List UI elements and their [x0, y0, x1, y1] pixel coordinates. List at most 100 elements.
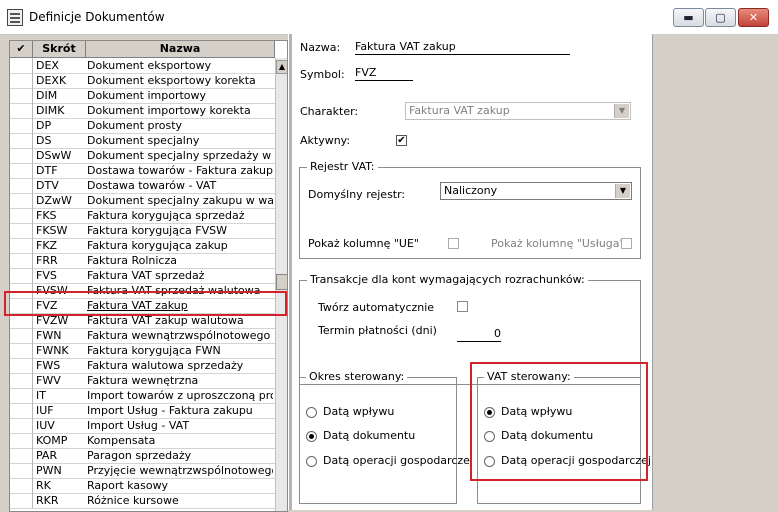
- row-checkbox[interactable]: [10, 58, 33, 73]
- list-item[interactable]: FWNK Faktura korygująca FWN: [10, 343, 275, 359]
- okres-radio-1[interactable]: [306, 431, 317, 442]
- tworz-automatycznie-label: Twórz automatycznie: [318, 301, 435, 314]
- list-item[interactable]: FKSW Faktura korygująca FVSW: [10, 223, 275, 239]
- list-item[interactable]: PAR Paragon sprzedaży: [10, 448, 275, 464]
- header-name[interactable]: Nazwa: [86, 41, 275, 57]
- list-item[interactable]: FKZ Faktura korygująca zakup: [10, 238, 275, 254]
- scroll-up-icon[interactable]: ▲: [276, 60, 287, 74]
- list-item[interactable]: DEX Dokument eksportowy: [10, 58, 275, 74]
- row-checkbox[interactable]: [10, 163, 33, 178]
- row-checkbox[interactable]: [10, 103, 33, 118]
- okres-radio-2[interactable]: [306, 456, 317, 467]
- row-checkbox[interactable]: [10, 148, 33, 163]
- usluga-checkbox[interactable]: [621, 238, 632, 249]
- transakcje-legend: Transakcje dla kont wymagających rozrach…: [307, 273, 588, 286]
- row-checkbox[interactable]: [10, 373, 33, 388]
- symbol-field[interactable]: FVZ: [355, 65, 413, 81]
- list-item[interactable]: IUF Import Usług - Faktura zakupu: [10, 403, 275, 419]
- row-checkbox[interactable]: [10, 433, 33, 448]
- scroll-thumb[interactable]: [276, 274, 287, 290]
- chevron-down-icon: ▼: [614, 104, 629, 118]
- row-checkbox[interactable]: [10, 208, 33, 223]
- list-item[interactable]: RKR Różnice kursowe: [10, 493, 275, 509]
- okres-radio-label[interactable]: Datą dokumentu: [323, 429, 415, 442]
- row-checkbox[interactable]: [10, 358, 33, 373]
- list-item[interactable]: FWV Faktura wewnętrzna: [10, 373, 275, 389]
- list-item[interactable]: DIM Dokument importowy: [10, 88, 275, 104]
- row-code: FWS: [36, 359, 61, 372]
- row-checkbox[interactable]: [10, 118, 33, 133]
- row-code: KOMP: [36, 434, 68, 447]
- row-checkbox[interactable]: [10, 268, 33, 283]
- ue-checkbox[interactable]: [448, 238, 459, 249]
- okres-radio-label[interactable]: Datą wpływu: [323, 405, 394, 418]
- list-item[interactable]: RK Raport kasowy: [10, 478, 275, 494]
- tworz-automatycznie-checkbox[interactable]: [457, 301, 468, 312]
- row-name: Dokument specjalny sprzedaży w wal: [87, 149, 273, 162]
- row-code: DIM: [36, 89, 58, 102]
- row-checkbox[interactable]: [10, 418, 33, 433]
- row-checkbox[interactable]: [10, 478, 33, 493]
- termin-field[interactable]: 0: [457, 326, 501, 342]
- domyslny-rejestr-value: Naliczony: [444, 184, 498, 197]
- row-code: DTF: [36, 164, 58, 177]
- list-item[interactable]: FRR Faktura Rolnicza: [10, 253, 275, 269]
- row-checkbox[interactable]: [10, 403, 33, 418]
- nazwa-field[interactable]: Faktura VAT zakup: [355, 39, 570, 55]
- row-checkbox[interactable]: [10, 328, 33, 343]
- list-item[interactable]: FKS Faktura korygująca sprzedaż: [10, 208, 275, 224]
- list-item[interactable]: FWN Faktura wewnątrzwspólnotowego na: [10, 328, 275, 344]
- row-checkbox[interactable]: [10, 178, 33, 193]
- row-code: RK: [36, 479, 51, 492]
- okres-radio-label[interactable]: Datą operacji gospodarczej: [323, 454, 473, 467]
- row-checkbox[interactable]: [10, 223, 33, 238]
- minimize-button[interactable]: ▬: [673, 8, 704, 27]
- list-item[interactable]: PWN Przyjęcie wewnątrzwspólnotowego n: [10, 463, 275, 479]
- list-scrollbar[interactable]: ▲: [275, 58, 287, 511]
- row-name: Dokument importowy korekta: [87, 104, 251, 117]
- list-item[interactable]: DZwW Dokument specjalny zakupu w waluci: [10, 193, 275, 209]
- chevron-down-icon: ▼: [615, 184, 630, 198]
- row-checkbox[interactable]: [10, 388, 33, 403]
- header-check-icon[interactable]: ✔: [10, 41, 33, 57]
- row-checkbox[interactable]: [10, 253, 33, 268]
- okres-legend: Okres sterowany:: [306, 370, 408, 383]
- row-code: FKZ: [36, 239, 58, 252]
- list-item[interactable]: FWS Faktura walutowa sprzedaży: [10, 358, 275, 374]
- row-checkbox[interactable]: [10, 463, 33, 478]
- list-item[interactable]: DP Dokument prosty: [10, 118, 275, 134]
- list-item[interactable]: FVS Faktura VAT sprzedaż: [10, 268, 275, 284]
- list-item[interactable]: DIMK Dokument importowy korekta: [10, 103, 275, 119]
- list-item[interactable]: DS Dokument specjalny: [10, 133, 275, 149]
- row-code: DTV: [36, 179, 59, 192]
- header-code[interactable]: Skrót: [33, 41, 86, 57]
- row-checkbox[interactable]: [10, 88, 33, 103]
- row-name: Dokument eksportowy: [87, 59, 212, 72]
- list-item[interactable]: DSwW Dokument specjalny sprzedaży w wal: [10, 148, 275, 164]
- row-checkbox[interactable]: [10, 448, 33, 463]
- row-checkbox[interactable]: [10, 73, 33, 88]
- termin-label: Termin płatności (dni): [318, 324, 437, 337]
- list-item[interactable]: IT Import towarów z uproszczoną proce: [10, 388, 275, 404]
- row-checkbox[interactable]: [10, 193, 33, 208]
- row-checkbox[interactable]: [10, 493, 33, 508]
- row-code: FWNK: [36, 344, 69, 357]
- row-checkbox[interactable]: [10, 133, 33, 148]
- row-name: Różnice kursowe: [87, 494, 179, 507]
- row-checkbox[interactable]: [10, 343, 33, 358]
- domyslny-rejestr-select[interactable]: Naliczony ▼: [440, 182, 632, 200]
- maximize-button[interactable]: ▢: [705, 8, 736, 27]
- charakter-select[interactable]: Faktura VAT zakup ▼: [405, 102, 631, 120]
- aktywny-checkbox[interactable]: ✔: [396, 135, 407, 146]
- row-name: Faktura korygująca sprzedaż: [87, 209, 245, 222]
- list-item[interactable]: DEXK Dokument eksportowy korekta: [10, 73, 275, 89]
- highlight-box-vat-sterowany: [470, 362, 648, 481]
- row-checkbox[interactable]: [10, 238, 33, 253]
- close-button[interactable]: ✕: [738, 8, 769, 27]
- row-code: IUF: [36, 404, 54, 417]
- list-item[interactable]: DTV Dostawa towarów - VAT: [10, 178, 275, 194]
- list-item[interactable]: DTF Dostawa towarów - Faktura zakupu: [10, 163, 275, 179]
- list-item[interactable]: IUV Import Usług - VAT: [10, 418, 275, 434]
- okres-radio-0[interactable]: [306, 407, 317, 418]
- list-item[interactable]: KOMP Kompensata: [10, 433, 275, 449]
